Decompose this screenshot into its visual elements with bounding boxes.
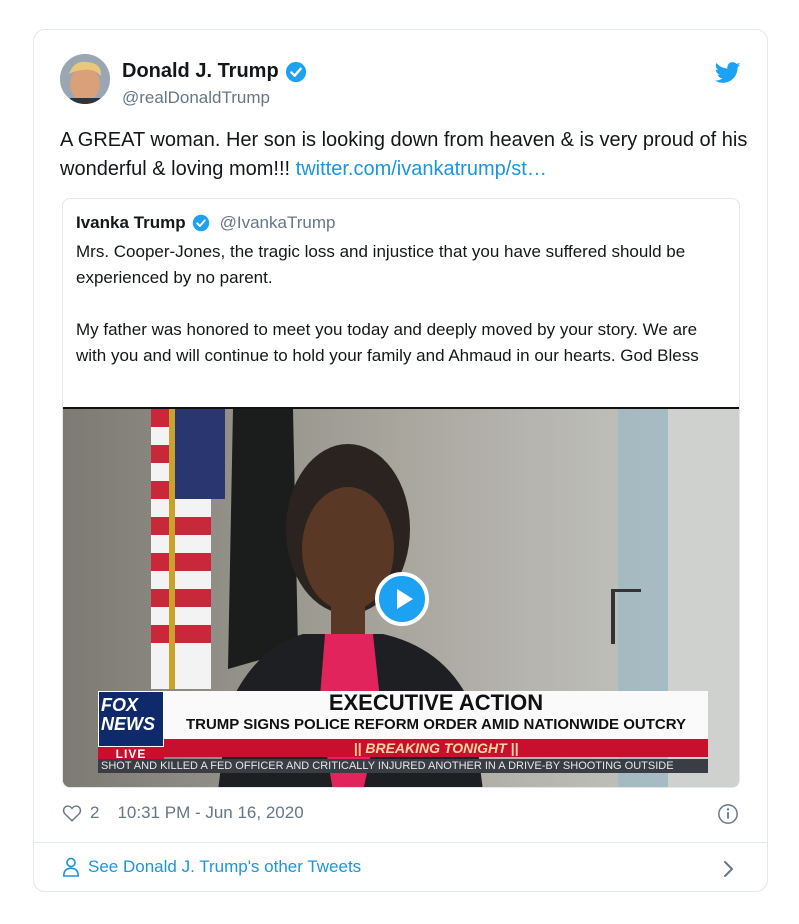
quoted-author-handle: @IvankaTrump xyxy=(219,213,336,232)
network-logo-line2: NEWS xyxy=(101,714,155,734)
person-icon xyxy=(62,857,80,877)
network-logo: FOX NEWS xyxy=(98,691,164,747)
author-name[interactable]: Donald J. Trump xyxy=(122,60,279,83)
twitter-bird-icon[interactable] xyxy=(715,62,741,84)
chevron-right-icon[interactable] xyxy=(723,860,735,878)
author-handle[interactable]: @realDonaldTrump xyxy=(122,88,270,108)
verified-badge-icon xyxy=(285,61,306,82)
quoted-tweet-header: Ivanka Trump @IvankaTrump xyxy=(76,213,335,233)
timestamp[interactable]: 10:31 PM - Jun 16, 2020 xyxy=(117,803,303,823)
quoted-tweet-link[interactable]: twitter.com/ivankatrump/st… xyxy=(296,158,547,180)
verified-badge-icon xyxy=(192,214,209,232)
quoted-paragraph-2: My father was honored to meet you today … xyxy=(76,320,699,365)
avatar[interactable] xyxy=(60,54,110,104)
info-icon[interactable] xyxy=(717,803,739,825)
chyron-title: EXECUTIVE ACTION xyxy=(328,690,544,715)
like-count[interactable]: 2 xyxy=(90,803,99,823)
divider xyxy=(34,842,767,843)
see-other-tweets-link[interactable]: See Donald J. Trump's other Tweets xyxy=(62,857,361,877)
embedded-tweet-card: Donald J. Trump @realDonaldTrump A GREAT… xyxy=(33,29,768,892)
news-ticker: SHOT AND KILLED A FED OFFICER AND CRITIC… xyxy=(98,759,708,773)
news-chyron: FOX NEWS LIVE EXECUTIVE ACTION TRUMP SIG… xyxy=(98,691,708,773)
breaking-banner: || BREAKING TONIGHT || xyxy=(164,739,708,757)
tweet-text: A GREAT woman. Her son is looking down f… xyxy=(60,126,750,184)
quoted-tweet[interactable]: Ivanka Trump @IvankaTrump Mrs. Cooper-Jo… xyxy=(62,198,740,788)
see-other-tweets-label[interactable]: See Donald J. Trump's other Tweets xyxy=(88,857,361,877)
video-player[interactable]: FOX NEWS LIVE EXECUTIVE ACTION TRUMP SIG… xyxy=(63,407,739,787)
quoted-paragraph-1: Mrs. Cooper-Jones, the tragic loss and i… xyxy=(76,242,686,287)
quoted-tweet-text: Mrs. Cooper-Jones, the tragic loss and i… xyxy=(76,239,726,369)
play-icon[interactable] xyxy=(375,572,429,626)
chyron-headline: EXECUTIVE ACTION TRUMP SIGNS POLICE REFO… xyxy=(164,691,708,739)
author-name-row[interactable]: Donald J. Trump xyxy=(122,60,307,83)
heart-icon[interactable] xyxy=(62,804,82,822)
network-logo-line1: FOX xyxy=(101,695,139,715)
quoted-author-name: Ivanka Trump xyxy=(76,213,186,232)
chyron-subtitle: TRUMP SIGNS POLICE REFORM ORDER AMID NAT… xyxy=(185,716,686,733)
tweet-meta: 2 10:31 PM - Jun 16, 2020 xyxy=(62,803,304,823)
